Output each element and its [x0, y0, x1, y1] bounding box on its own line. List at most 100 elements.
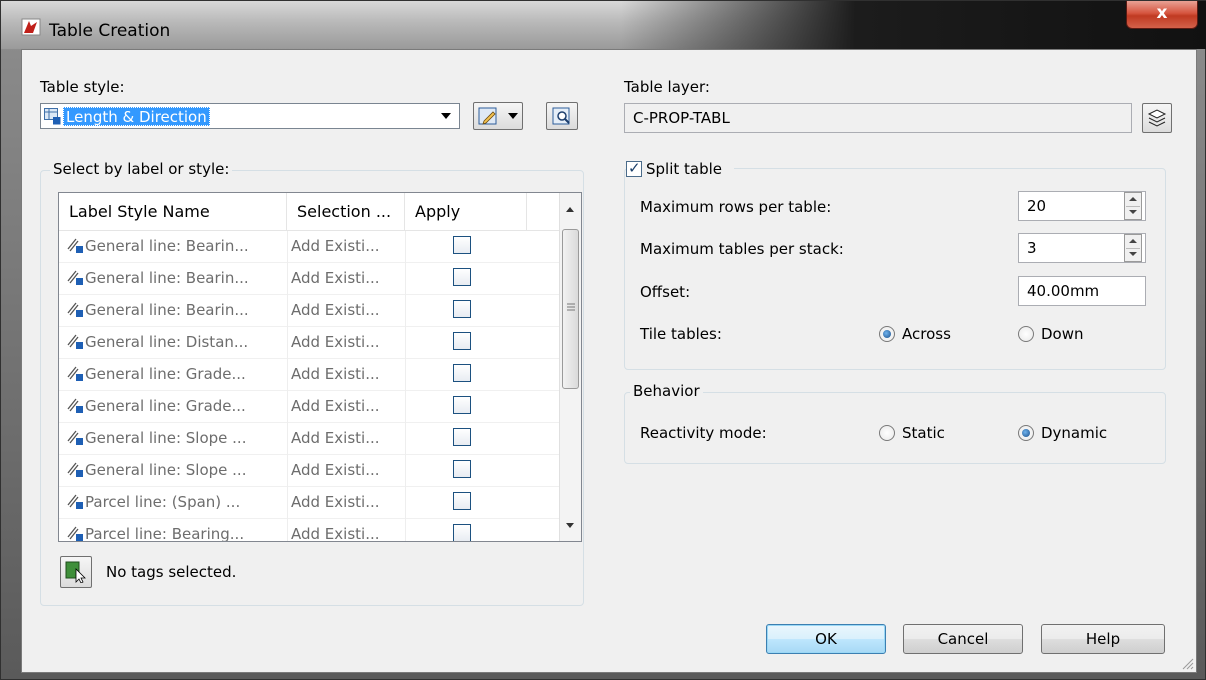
table-row[interactable]: General line: Bearin... Add Existi...: [59, 295, 559, 327]
dialog-body: Table style: Length & Direction Select b…: [21, 49, 1197, 673]
chevron-down-icon: [508, 113, 518, 119]
edit-style-icon: [478, 107, 497, 125]
magnifier-icon: [552, 107, 570, 125]
split-table-label: Split table: [646, 160, 723, 178]
scroll-down-icon[interactable]: [566, 523, 574, 528]
label-style-icon: [67, 334, 83, 349]
list-scrollbar[interactable]: [559, 193, 581, 541]
label-style-icon: [67, 302, 83, 317]
label-style-icon: [67, 270, 83, 285]
apply-checkbox[interactable]: [453, 364, 471, 382]
table-layer-field[interactable]: C-PROP-TABL: [624, 103, 1132, 133]
table-style-icon: [44, 108, 61, 125]
help-button[interactable]: Help: [1041, 624, 1165, 654]
offset-label: Offset:: [640, 283, 691, 301]
resize-grip-icon[interactable]: [1180, 656, 1194, 670]
static-radio[interactable]: [879, 425, 895, 441]
tile-across-radio[interactable]: [879, 326, 895, 342]
edit-style-button[interactable]: [473, 102, 523, 130]
select-tags-button[interactable]: [60, 556, 92, 588]
selection-value: Add Existi...: [291, 301, 380, 319]
label-style-icon: [67, 398, 83, 413]
col-selection[interactable]: Selection ...: [287, 193, 405, 231]
app-icon: [21, 18, 41, 36]
chevron-down-icon[interactable]: [441, 113, 451, 119]
selection-value: Add Existi...: [291, 365, 380, 383]
dialog-window: Table Creation x Table style: Length & D…: [0, 0, 1206, 680]
dynamic-radio[interactable]: [1018, 425, 1034, 441]
apply-checkbox[interactable]: [453, 332, 471, 350]
table-row[interactable]: General line: Grade... Add Existi...: [59, 359, 559, 391]
select-group-title: Select by label or style:: [50, 160, 233, 178]
selection-status: No tags selected.: [106, 563, 237, 581]
table-row[interactable]: General line: Bearin... Add Existi...: [59, 263, 559, 295]
close-button[interactable]: x: [1126, 1, 1198, 29]
label-style-name: General line: Distan...: [85, 333, 249, 351]
static-label: Static: [902, 424, 945, 442]
selection-value: Add Existi...: [291, 397, 380, 415]
cancel-button[interactable]: Cancel: [903, 624, 1023, 654]
label-style-icon: [67, 430, 83, 445]
title-bar[interactable]: Table Creation x: [1, 1, 1206, 49]
behavior-title: Behavior: [630, 382, 703, 400]
selection-value: Add Existi...: [291, 269, 380, 287]
apply-checkbox[interactable]: [453, 268, 471, 286]
selection-value: Add Existi...: [291, 493, 380, 511]
table-row[interactable]: General line: Slope ... Add Existi...: [59, 455, 559, 487]
window-title: Table Creation: [49, 21, 171, 41]
label-style-icon: [67, 526, 83, 541]
col-label-style-name[interactable]: Label Style Name: [59, 193, 287, 231]
scroll-up-icon[interactable]: [566, 207, 574, 212]
ok-button[interactable]: OK: [766, 624, 886, 654]
split-table-checkbox[interactable]: [626, 159, 642, 177]
scroll-thumb[interactable]: [562, 229, 579, 389]
table-row[interactable]: General line: Bearin... Add Existi...: [59, 231, 559, 263]
selection-value: Add Existi...: [291, 461, 380, 479]
list-header: Label Style Name Selection ... Apply: [59, 193, 559, 231]
tile-down-radio[interactable]: [1018, 326, 1034, 342]
label-style-name: General line: Grade...: [85, 365, 246, 383]
pick-cursor-icon: [65, 561, 86, 583]
max-rows-label: Maximum rows per table:: [640, 198, 832, 216]
max-rows-spinner[interactable]: [1124, 192, 1142, 220]
label-style-name: Parcel line: Bearing...: [85, 525, 245, 542]
selection-value: Add Existi...: [291, 333, 380, 351]
selection-value: Add Existi...: [291, 525, 380, 542]
table-row[interactable]: General line: Slope ... Add Existi...: [59, 423, 559, 455]
tile-down-label: Down: [1041, 325, 1084, 343]
label-style-list[interactable]: Label Style Name Selection ... Apply Gen…: [58, 192, 582, 542]
label-style-name: General line: Grade...: [85, 397, 246, 415]
apply-checkbox[interactable]: [453, 300, 471, 318]
apply-checkbox[interactable]: [453, 236, 471, 254]
layer-button[interactable]: [1142, 103, 1172, 133]
preview-style-button[interactable]: [546, 102, 578, 130]
table-row[interactable]: Parcel line: (Span) ... Add Existi...: [59, 487, 559, 519]
layers-icon: [1147, 109, 1167, 127]
table-style-label: Table style:: [40, 78, 125, 96]
apply-checkbox[interactable]: [453, 524, 471, 541]
reactivity-mode-label: Reactivity mode:: [640, 424, 767, 442]
table-row[interactable]: Parcel line: Bearing... Add Existi...: [59, 519, 559, 542]
apply-checkbox[interactable]: [453, 492, 471, 510]
label-style-icon: [67, 366, 83, 381]
grip-icon: [567, 303, 575, 311]
dynamic-label: Dynamic: [1041, 424, 1108, 442]
label-style-name: General line: Bearin...: [85, 237, 249, 255]
table-row[interactable]: General line: Distan... Add Existi...: [59, 327, 559, 359]
label-style-name: General line: Slope ...: [85, 461, 247, 479]
apply-checkbox[interactable]: [453, 428, 471, 446]
offset-input[interactable]: 40.00mm: [1018, 276, 1146, 306]
apply-checkbox[interactable]: [453, 460, 471, 478]
label-style-name: General line: Bearin...: [85, 301, 249, 319]
max-tables-spinner[interactable]: [1124, 234, 1142, 262]
selection-value: Add Existi...: [291, 429, 380, 447]
table-row[interactable]: General line: Grade... Add Existi...: [59, 391, 559, 423]
table-style-combo[interactable]: Length & Direction: [40, 103, 460, 129]
label-style-icon: [67, 494, 83, 509]
apply-checkbox[interactable]: [453, 396, 471, 414]
selection-value: Add Existi...: [291, 237, 380, 255]
table-layer-label: Table layer:: [624, 78, 710, 96]
label-style-icon: [67, 462, 83, 477]
col-apply[interactable]: Apply: [405, 193, 527, 231]
tile-across-label: Across: [902, 325, 951, 343]
